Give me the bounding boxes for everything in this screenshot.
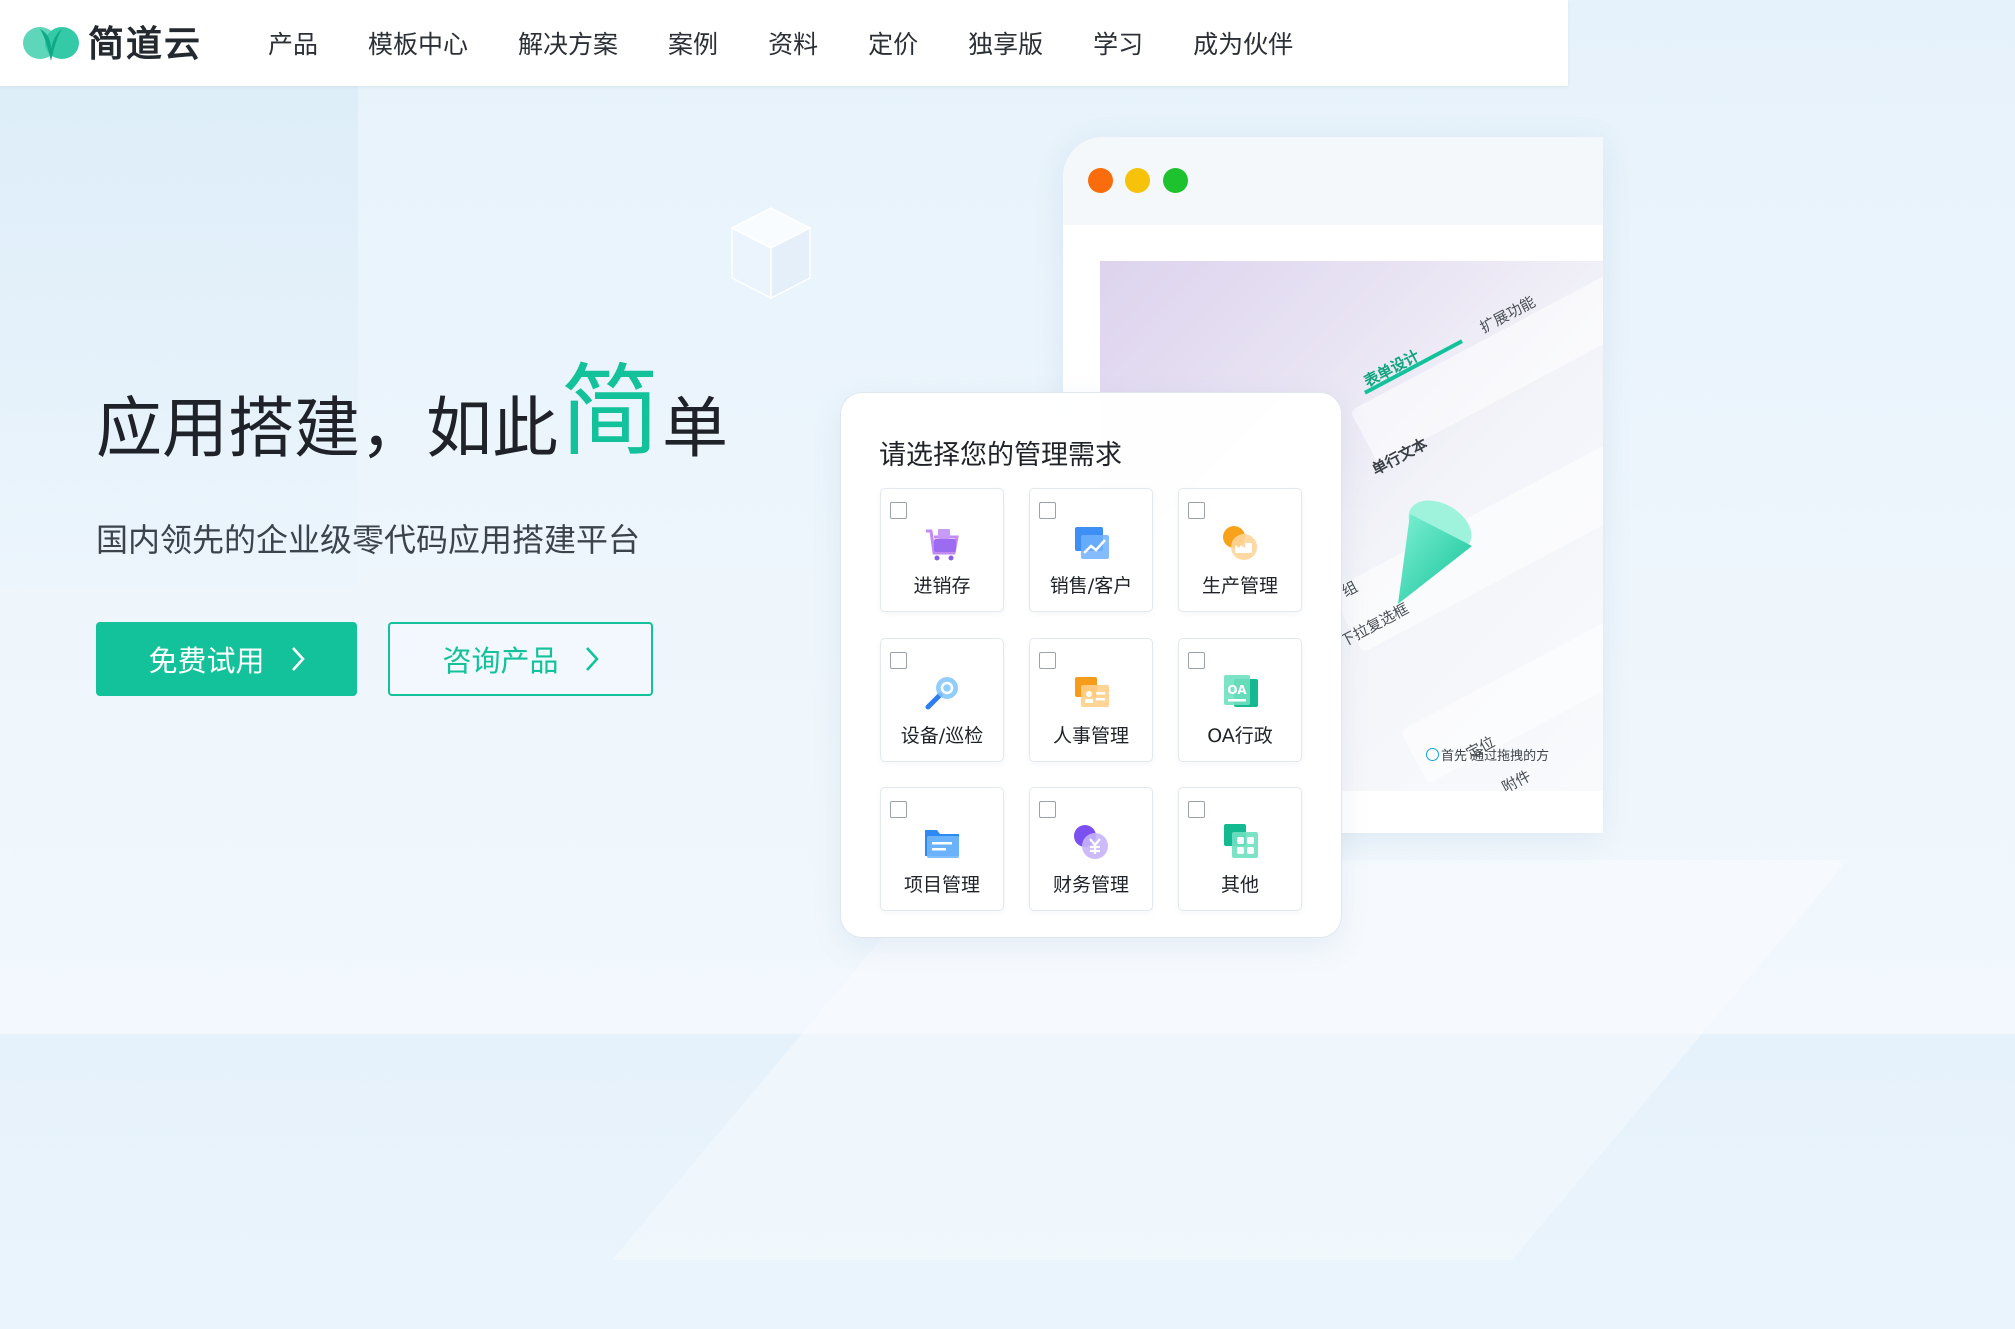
option-label: OA行政 — [1207, 725, 1273, 747]
logo-text: 简道云 — [88, 24, 203, 65]
option-project[interactable]: 项目管理 — [880, 787, 1004, 911]
option-label: 其他 — [1220, 874, 1259, 896]
option-checkbox[interactable] — [1039, 502, 1056, 519]
logo[interactable]: 简道云 — [22, 18, 203, 65]
main-nav: 产品 模板中心 解决方案 案例 资料 定价 独享版 学习 成为伙伴 — [268, 0, 1343, 86]
other-apps-icon — [1224, 824, 1258, 858]
consult-product-button[interactable]: 咨询产品 — [388, 622, 653, 696]
field-attachment: 附件 — [1498, 766, 1534, 791]
option-checkbox[interactable] — [1188, 801, 1205, 818]
hero-title-text: 应用搭建，如此 — [96, 390, 558, 467]
option-hr[interactable]: 人事管理 — [1029, 638, 1153, 762]
hero-title: 应用搭建，如此简单 — [96, 352, 728, 462]
option-checkbox[interactable] — [890, 652, 907, 669]
option-label: 生产管理 — [1201, 575, 1278, 597]
factory-icon — [1223, 526, 1257, 560]
hero-title-accent: 简 — [560, 353, 660, 470]
nav-item-products[interactable]: 产品 — [268, 25, 318, 61]
cube-decoration-icon — [730, 207, 812, 300]
option-checkbox[interactable] — [1188, 502, 1205, 519]
browser-titlebar — [1063, 137, 1603, 225]
option-label: 人事管理 — [1052, 725, 1129, 747]
nav-item-partner[interactable]: 成为伙伴 — [1193, 25, 1293, 61]
shopping-cart-icon — [926, 529, 959, 561]
id-card-icon — [1075, 677, 1109, 707]
chevron-right-icon — [291, 647, 305, 671]
option-inventory[interactable]: 进销存 — [880, 488, 1004, 612]
option-label: 销售/客户 — [1049, 575, 1133, 597]
option-checkbox[interactable] — [890, 801, 907, 818]
option-label: 项目管理 — [903, 874, 980, 896]
hero-subtitle: 国内领先的企业级零代码应用搭建平台 — [96, 521, 641, 559]
nav-item-learning[interactable]: 学习 — [1093, 25, 1143, 61]
option-production[interactable]: 生产管理 — [1178, 488, 1302, 612]
info-icon — [1426, 748, 1439, 761]
hero-title-end: 单 — [662, 390, 728, 467]
project-folder-icon — [925, 830, 959, 858]
nav-item-cases[interactable]: 案例 — [668, 25, 718, 61]
drag-hint-label: 首先 通过拖拽的方 — [1441, 749, 1550, 764]
option-equipment-inspection[interactable]: 设备/巡检 — [880, 638, 1004, 762]
sales-chart-icon — [1075, 527, 1109, 559]
option-label: 设备/巡检 — [900, 725, 984, 747]
free-trial-button[interactable]: 免费试用 — [96, 622, 357, 696]
option-oa-admin[interactable]: OA OA行政 — [1178, 638, 1302, 762]
option-checkbox[interactable] — [1039, 652, 1056, 669]
drag-hint-text: 首先 通过拖拽的方 — [1426, 745, 1549, 764]
nav-item-solutions[interactable]: 解决方案 — [518, 25, 618, 61]
management-needs-card: 请选择您的管理需求 进销存 销售/客户 生产管理 设备/巡检 人事管理 OA O… — [840, 392, 1342, 938]
window-dot-red — [1088, 168, 1113, 193]
nav-item-pricing[interactable]: 定价 — [868, 25, 918, 61]
option-sales-customer[interactable]: 销售/客户 — [1029, 488, 1153, 612]
option-checkbox[interactable] — [890, 502, 907, 519]
nav-item-dedicated[interactable]: 独享版 — [968, 25, 1043, 61]
svg-text:OA: OA — [1227, 683, 1247, 697]
nav-item-templates[interactable]: 模板中心 — [368, 25, 468, 61]
option-label: 进销存 — [913, 575, 971, 597]
finance-yuan-icon — [1074, 825, 1108, 859]
oa-document-icon: OA — [1224, 675, 1258, 707]
logo-icon — [23, 27, 79, 61]
chevron-right-icon — [585, 647, 599, 671]
option-finance[interactable]: 财务管理 — [1029, 787, 1153, 911]
free-trial-label: 免费试用 — [148, 644, 265, 678]
option-label: 财务管理 — [1052, 874, 1129, 896]
top-header: 简道云 产品 模板中心 解决方案 案例 资料 定价 独享版 学习 成为伙伴 — [0, 0, 1568, 86]
background-panel — [0, 86, 358, 586]
inspection-magnifier-icon — [925, 677, 958, 710]
card-title: 请选择您的管理需求 — [879, 440, 1122, 471]
window-dot-green — [1163, 168, 1188, 193]
option-checkbox[interactable] — [1039, 801, 1056, 818]
cone-decoration-icon — [1398, 500, 1472, 604]
window-dot-yellow — [1125, 168, 1150, 193]
nav-item-resources[interactable]: 资料 — [768, 25, 818, 61]
option-other[interactable]: 其他 — [1178, 787, 1302, 911]
option-checkbox[interactable] — [1188, 652, 1205, 669]
consult-product-label: 咨询产品 — [442, 644, 559, 678]
